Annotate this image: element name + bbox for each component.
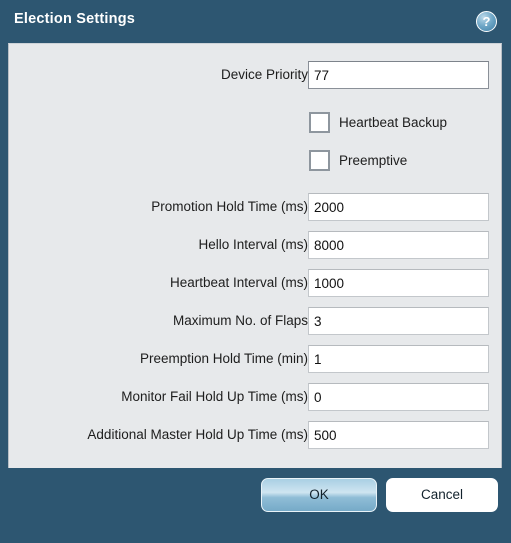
- preemptive-checkbox[interactable]: [309, 150, 330, 171]
- field-label: Heartbeat Interval (ms): [169, 275, 308, 290]
- dialog-title: Election Settings: [14, 11, 136, 27]
- form-row-additional-master-hold-up-time: Additional Master Hold Up Time (ms): [9, 421, 503, 451]
- ok-button[interactable]: OK: [261, 478, 377, 512]
- election-settings-dialog: Election Settings ? Device Priority Hear…: [0, 0, 511, 543]
- form-row-monitor-fail-hold-up-time: Monitor Fail Hold Up Time (ms): [9, 383, 503, 413]
- heartbeat-backup-checkbox[interactable]: [309, 112, 330, 133]
- checkbox-label[interactable]: Preemptive: [339, 150, 407, 171]
- field-label: Device Priority: [220, 67, 308, 82]
- device-priority-input[interactable]: [308, 61, 489, 89]
- help-icon-glyph: ?: [482, 14, 491, 29]
- field-label: Promotion Hold Time (ms): [151, 199, 308, 214]
- field-label: Additional Master Hold Up Time (ms): [87, 427, 308, 442]
- heartbeat-interval-input[interactable]: [308, 269, 489, 297]
- field-label: Preemption Hold Time (min): [139, 351, 308, 366]
- form-row-hello-interval: Hello Interval (ms): [9, 231, 503, 261]
- promotion-hold-time-input[interactable]: [308, 193, 489, 221]
- form-row-promotion-hold-time: Promotion Hold Time (ms): [9, 193, 503, 223]
- dialog-content-panel: Device Priority Heartbeat Backup Preempt…: [8, 43, 502, 468]
- field-label: Monitor Fail Hold Up Time (ms): [121, 389, 308, 404]
- field-label: Maximum No. of Flaps: [172, 313, 308, 328]
- preemption-hold-time-input[interactable]: [308, 345, 489, 373]
- form-row-device-priority: Device Priority: [9, 61, 503, 91]
- form-row-heartbeat-interval: Heartbeat Interval (ms): [9, 269, 503, 299]
- dialog-footer: OK Cancel: [0, 468, 511, 543]
- help-circle-icon[interactable]: ?: [476, 11, 497, 32]
- cancel-button[interactable]: Cancel: [386, 478, 498, 512]
- form-row-maximum-no-of-flaps: Maximum No. of Flaps: [9, 307, 503, 337]
- maximum-no-of-flaps-input[interactable]: [308, 307, 489, 335]
- monitor-fail-hold-up-time-input[interactable]: [308, 383, 489, 411]
- field-label: Hello Interval (ms): [198, 237, 308, 252]
- form-row-preemption-hold-time: Preemption Hold Time (min): [9, 345, 503, 375]
- hello-interval-input[interactable]: [308, 231, 489, 259]
- dialog-title-bar: Election Settings ?: [0, 0, 511, 43]
- additional-master-hold-up-time-input[interactable]: [308, 421, 489, 449]
- checkbox-label[interactable]: Heartbeat Backup: [339, 112, 447, 133]
